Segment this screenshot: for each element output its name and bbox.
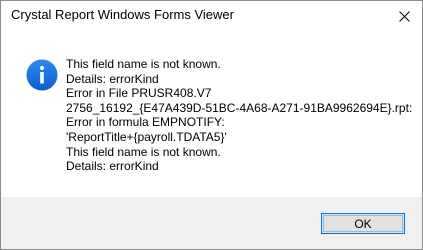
close-button[interactable] — [386, 1, 422, 31]
message-line: 2756_16192_{E47A439D-51BC-4A68-A271-91BA… — [66, 100, 413, 115]
message-line: This field name is not known. — [66, 144, 221, 159]
message-line: 'ReportTitle+{payroll.TDATA5}' — [66, 129, 227, 144]
dialog-title: Crystal Report Windows Forms Viewer — [11, 7, 234, 22]
message-dialog: Crystal Report Windows Forms Viewer This… — [0, 0, 423, 250]
error-message: This field name is not known. Details: e… — [66, 57, 412, 174]
dialog-content: This field name is not known. Details: e… — [1, 31, 422, 197]
title-bar[interactable]: Crystal Report Windows Forms Viewer — [1, 1, 422, 31]
close-icon — [398, 10, 410, 22]
message-line: Details: errorKind — [66, 71, 159, 86]
message-line: Error in File PRUSR408.V7 — [66, 86, 212, 101]
message-line: Details: errorKind — [66, 159, 159, 174]
message-line: Error in formula EMPNOTIFY: — [66, 115, 225, 130]
info-icon — [26, 59, 58, 91]
ok-button[interactable]: OK — [321, 213, 405, 234]
dialog-footer: OK — [1, 197, 422, 249]
message-line: This field name is not known. — [66, 57, 221, 71]
